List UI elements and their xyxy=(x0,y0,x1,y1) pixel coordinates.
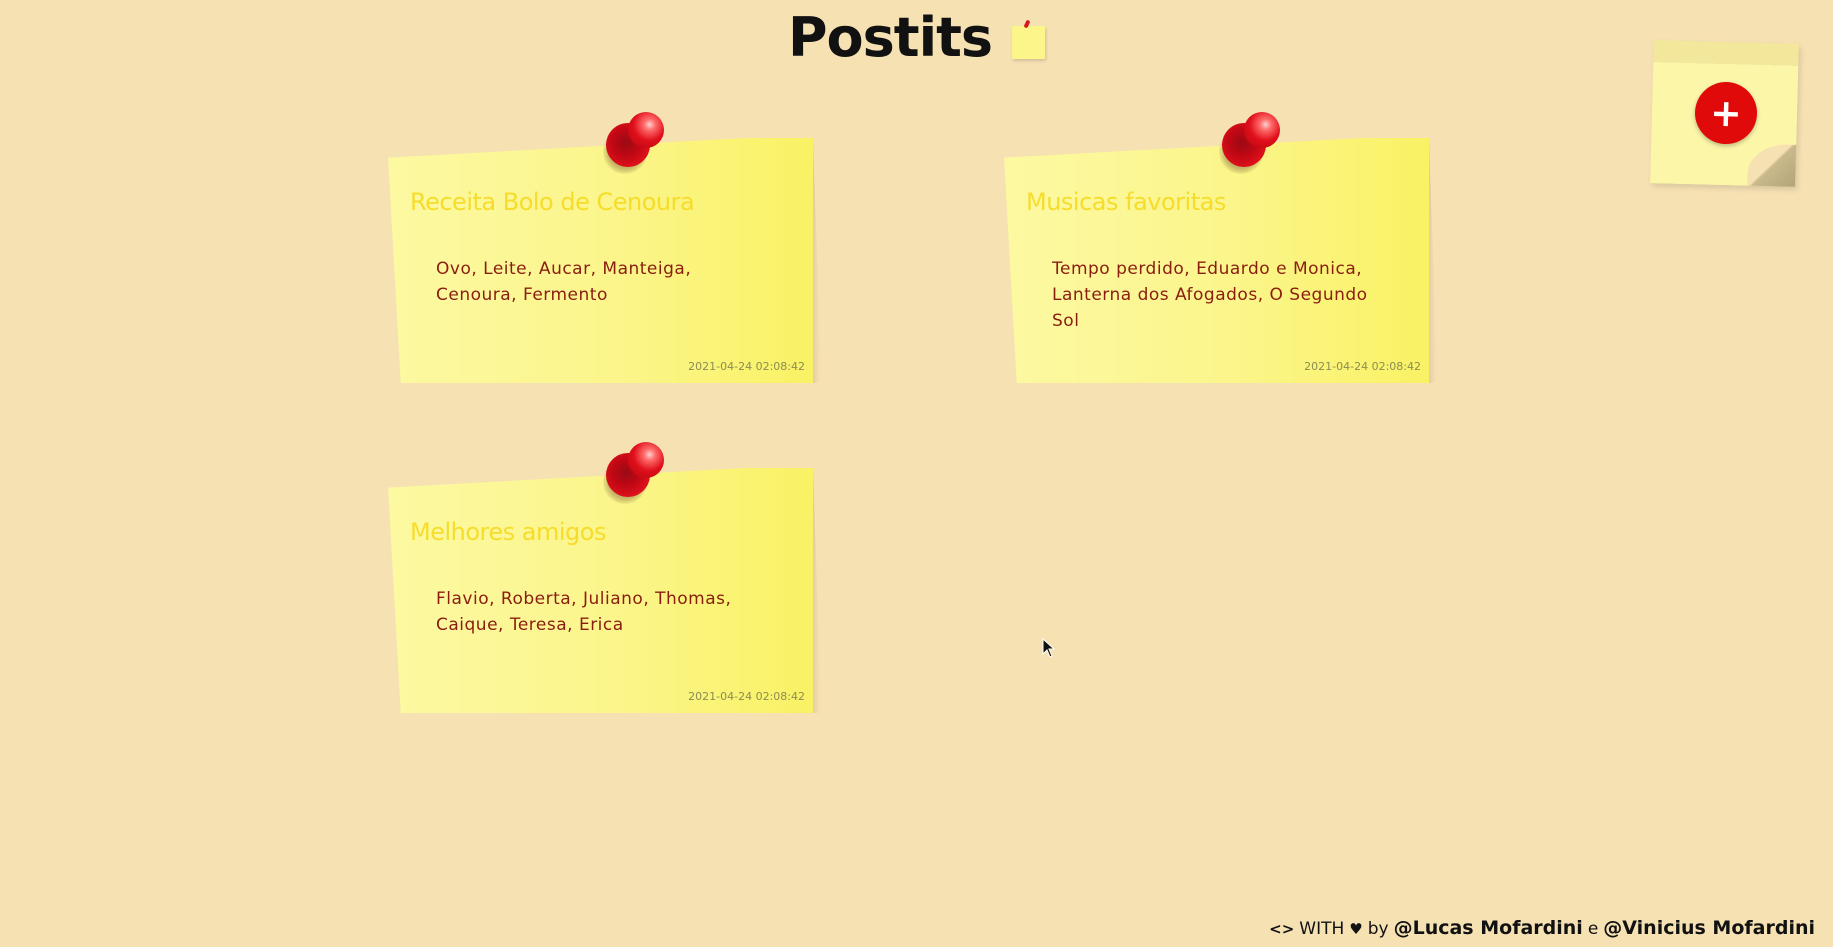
note-title: Musicas favoritas xyxy=(1026,188,1226,216)
note-body: Tempo perdido, Eduardo e Monica, Lantern… xyxy=(1052,259,1368,331)
pushpin-icon xyxy=(603,442,668,507)
note-date: 2021-04-24 02:08:42 xyxy=(1304,360,1421,373)
with-text: WITH xyxy=(1299,919,1345,939)
page-header: Postits xyxy=(0,6,1833,69)
postit-note[interactable]: Melhores amigos Flavio, Roberta, Juliano… xyxy=(388,442,813,713)
add-note-button[interactable]: + xyxy=(1650,40,1799,187)
by-text: by xyxy=(1367,919,1389,939)
note-title: Melhores amigos xyxy=(410,518,606,546)
mini-pin-icon xyxy=(1023,19,1031,29)
pushpin-icon xyxy=(1219,112,1284,177)
note-body: Ovo, Leite, Aucar, Manteiga, Cenoura, Fe… xyxy=(436,259,692,305)
author-link-lucas[interactable]: @Lucas Mofardini xyxy=(1394,917,1583,939)
heart-icon: ♥ xyxy=(1349,920,1363,938)
and-text: e xyxy=(1587,919,1599,939)
postit-note[interactable]: Receita Bolo de Cenoura Ovo, Leite, Auca… xyxy=(388,112,813,383)
note-date: 2021-04-24 02:08:42 xyxy=(688,690,805,703)
author-link-vinicius[interactable]: @Vinicius Mofardini xyxy=(1603,917,1815,939)
code-icon: <> xyxy=(1269,920,1295,938)
pushpin-icon xyxy=(603,112,668,177)
note-title: Receita Bolo de Cenoura xyxy=(410,188,695,216)
sticky-note-icon xyxy=(1012,19,1046,59)
note-body: Flavio, Roberta, Juliano, Thomas, Caique… xyxy=(436,589,732,635)
mouse-cursor-icon xyxy=(1042,638,1056,658)
app-title: Postits xyxy=(787,6,993,69)
postit-note[interactable]: Musicas favoritas Tempo perdido, Eduardo… xyxy=(1004,112,1429,383)
note-date: 2021-04-24 02:08:42 xyxy=(688,360,805,373)
page-footer: <> WITH ♥ by @Lucas Mofardini e @Viniciu… xyxy=(1269,917,1815,939)
